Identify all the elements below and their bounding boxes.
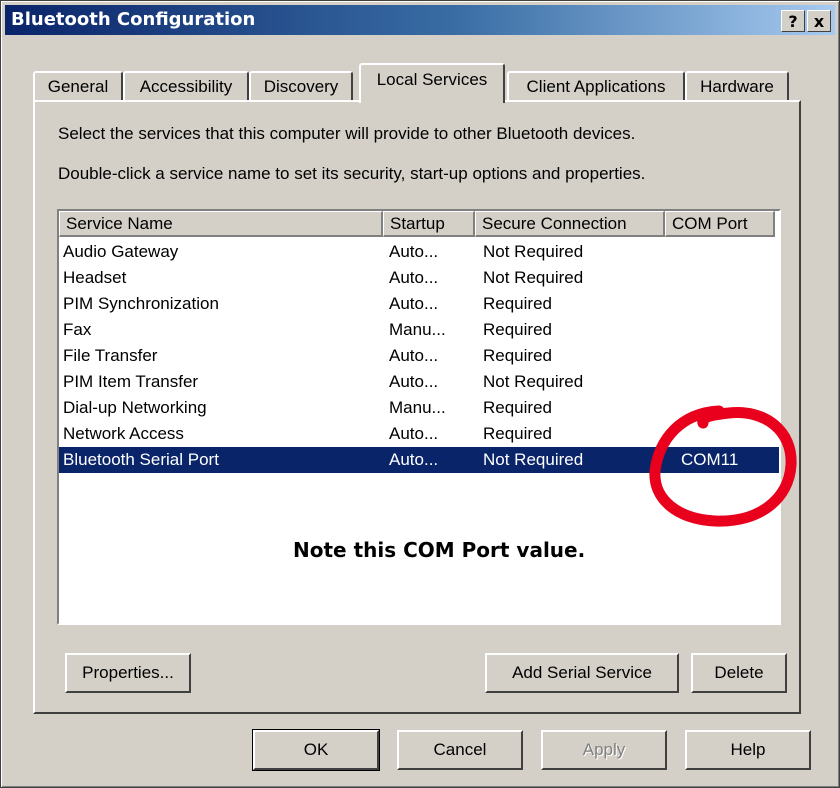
- service-name-cell: PIM Synchronization: [63, 294, 219, 313]
- tab-general[interactable]: General: [33, 71, 123, 101]
- service-row[interactable]: Network Access Auto... Required: [59, 421, 779, 447]
- startup-cell: Manu...: [389, 320, 446, 339]
- apply-button-label: Apply: [582, 740, 626, 759]
- service-name-cell: PIM Item Transfer: [63, 372, 199, 391]
- service-name-cell: Audio Gateway: [63, 242, 179, 261]
- window-title: Bluetooth Configuration: [11, 9, 256, 30]
- bluetooth-configuration-window: Bluetooth Configuration ? x General Acce…: [0, 0, 840, 788]
- service-name-cell: Dial-up Networking: [63, 398, 207, 417]
- service-name-cell: Bluetooth Serial Port: [63, 450, 219, 469]
- tab-hardware[interactable]: Hardware: [685, 71, 789, 101]
- service-name-cell: Headset: [63, 268, 127, 287]
- column-header-service-name[interactable]: Service Name: [59, 211, 383, 237]
- service-row[interactable]: Fax Manu... Required: [59, 317, 779, 343]
- add-serial-service-label: Add Serial Service: [512, 663, 652, 682]
- startup-cell: Auto...: [389, 294, 439, 313]
- service-row[interactable]: PIM Synchronization Auto... Required: [59, 291, 779, 317]
- service-name-cell: Network Access: [63, 424, 184, 443]
- service-row[interactable]: Bluetooth Serial Port Auto... Not Required…: [59, 447, 779, 473]
- secure-connection-cell: Required: [483, 346, 552, 365]
- service-row[interactable]: Headset Auto... Not Required: [59, 265, 779, 291]
- services-list[interactable]: Service Name Startup Secure Connection C…: [57, 209, 781, 625]
- startup-cell: Auto...: [389, 346, 439, 365]
- ok-button[interactable]: OK: [252, 729, 380, 771]
- column-header-secure-connection[interactable]: Secure Connection: [475, 211, 665, 237]
- startup-cell: Auto...: [389, 372, 439, 391]
- secure-connection-cell: Not Required: [483, 242, 584, 261]
- delete-button-label: Delete: [714, 663, 764, 682]
- secure-connection-cell: Not Required: [483, 268, 584, 287]
- ok-button-label: OK: [303, 740, 329, 759]
- properties-button-label: Properties...: [82, 663, 174, 682]
- tab-discovery[interactable]: Discovery: [249, 71, 353, 101]
- secure-connection-cell: Required: [483, 294, 552, 313]
- cancel-button-label: Cancel: [433, 740, 487, 759]
- startup-cell: Auto...: [389, 424, 439, 443]
- help-button-label: Help: [730, 740, 766, 759]
- local-services-panel: Select the services that this computer w…: [33, 100, 801, 714]
- apply-button: Apply: [541, 730, 667, 770]
- tab-local-services[interactable]: Local Services: [359, 63, 505, 103]
- properties-button[interactable]: Properties...: [65, 653, 191, 693]
- service-row[interactable]: Dial-up Networking Manu... Required: [59, 395, 779, 421]
- service-name-cell: File Transfer: [63, 346, 158, 365]
- annotation-note: Note this COM Port value.: [293, 538, 586, 562]
- help-button[interactable]: Help: [685, 730, 811, 770]
- service-name-cell: Fax: [63, 320, 92, 339]
- com-port-cell: COM11: [681, 450, 739, 469]
- column-header-startup[interactable]: Startup: [383, 211, 475, 237]
- secure-connection-cell: Required: [483, 398, 552, 417]
- secure-connection-cell: Required: [483, 424, 552, 443]
- tab-accessibility[interactable]: Accessibility: [123, 71, 249, 101]
- service-row[interactable]: File Transfer Auto... Required: [59, 343, 779, 369]
- secure-connection-cell: Not Required: [483, 372, 584, 391]
- startup-cell: Auto...: [389, 242, 439, 261]
- close-title-button[interactable]: x: [807, 10, 831, 32]
- cancel-button[interactable]: Cancel: [397, 730, 523, 770]
- service-row[interactable]: Audio Gateway Auto... Not Required: [59, 239, 779, 265]
- secure-connection-cell: Required: [483, 320, 552, 339]
- add-serial-service-button[interactable]: Add Serial Service: [485, 653, 679, 693]
- tab-client-applications[interactable]: Client Applications: [507, 71, 685, 101]
- instruction-text-1: Select the services that this computer w…: [58, 124, 636, 143]
- startup-cell: Auto...: [389, 450, 439, 469]
- column-header-com-port[interactable]: COM Port: [665, 211, 775, 237]
- secure-connection-cell: Not Required: [483, 450, 584, 469]
- title-bar[interactable]: Bluetooth Configuration ? x: [5, 5, 835, 35]
- service-row[interactable]: PIM Item Transfer Auto... Not Required: [59, 369, 779, 395]
- help-title-button[interactable]: ?: [781, 10, 805, 32]
- delete-button[interactable]: Delete: [691, 653, 787, 693]
- instruction-text-2: Double-click a service name to set its s…: [58, 164, 646, 183]
- startup-cell: Manu...: [389, 398, 446, 417]
- startup-cell: Auto...: [389, 268, 439, 287]
